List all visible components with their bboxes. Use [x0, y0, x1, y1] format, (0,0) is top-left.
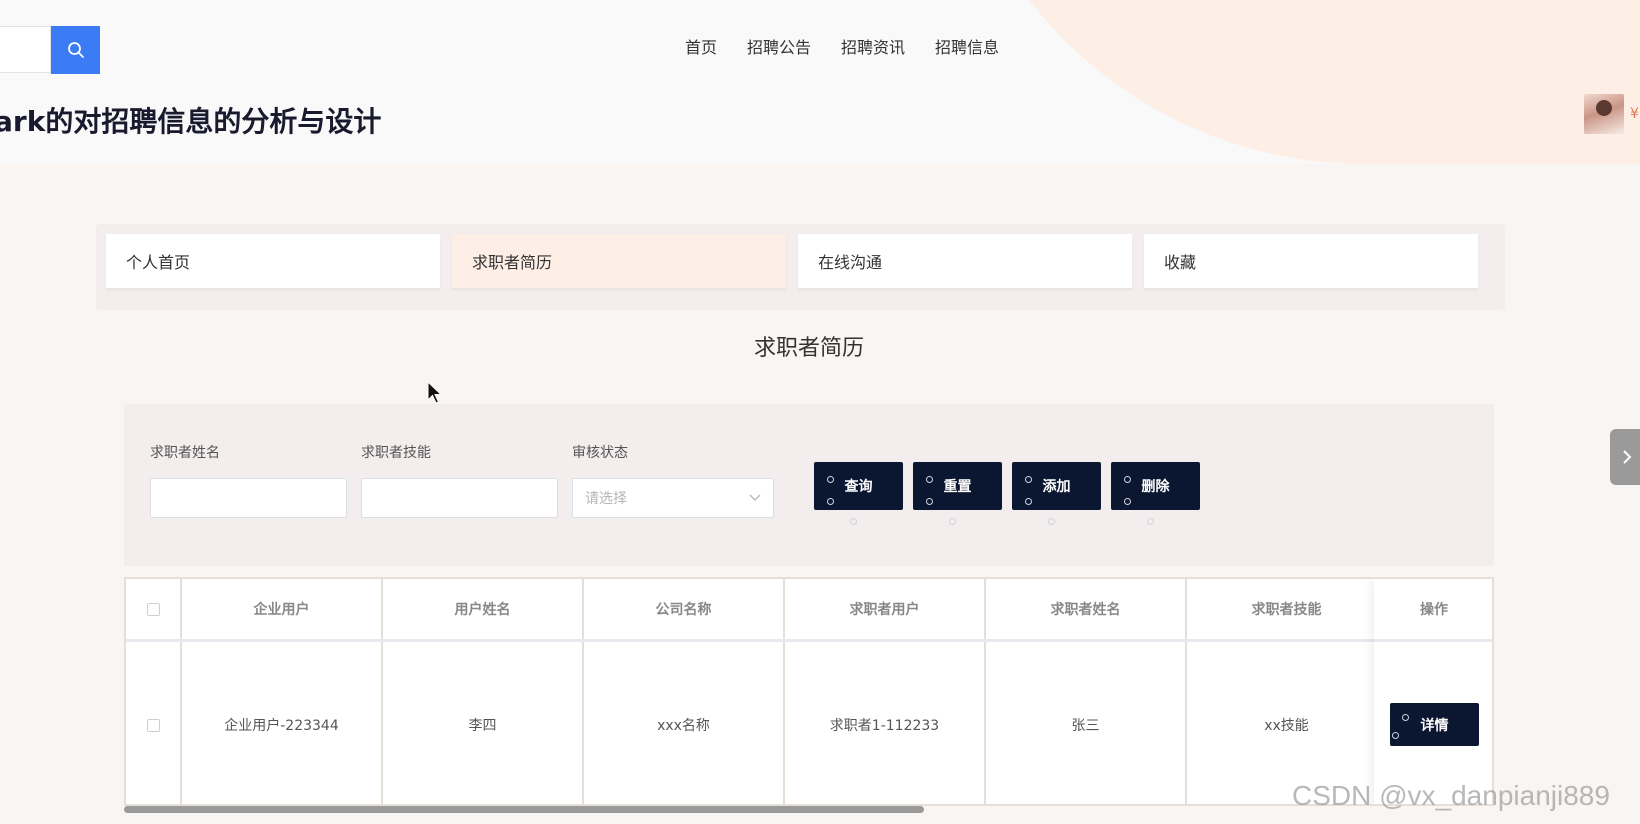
ripple-dot — [827, 476, 834, 483]
col-header: 求职者技能 — [1187, 579, 1388, 639]
name-filter-input[interactable] — [150, 478, 347, 518]
select-all-checkbox[interactable] — [146, 602, 160, 616]
row-checkbox[interactable] — [146, 718, 160, 732]
add-label: 添加 — [1042, 479, 1071, 495]
resume-table: 企业用户 用户姓名 公司名称 求职者用户 求职者姓名 求职者技能 企业用户-22… — [124, 577, 1494, 806]
table-cell: 李四 — [383, 642, 584, 804]
search-input[interactable] — [0, 26, 51, 73]
tab-online-chat[interactable]: 在线沟通 — [798, 234, 1132, 288]
nav-announcements[interactable]: 招聘公告 — [732, 30, 826, 62]
avatar-name[interactable]: ¥ — [1630, 106, 1640, 122]
filter-panel: 求职者姓名 求职者技能 审核状态 请选择 查询 重置 添加 删除 — [124, 404, 1494, 566]
col-header: 求职者用户 — [785, 579, 986, 639]
site-header: 首页 招聘公告 招聘资讯 招聘信息 ark的对招聘信息的分析与设计 ¥ — [0, 0, 1640, 164]
ripple-dot — [1147, 518, 1154, 525]
select-all-cell — [126, 579, 182, 639]
col-header: 企业用户 — [182, 579, 383, 639]
table-cell: 求职者1-112233 — [785, 642, 986, 804]
ripple-dot — [1124, 498, 1131, 505]
op-header: 操作 — [1374, 579, 1492, 642]
page-title: 求职者简历 — [753, 336, 864, 361]
table-cell: 张三 — [986, 642, 1187, 804]
operation-column: 操作 详情 — [1374, 579, 1492, 804]
skill-filter-input[interactable] — [361, 478, 558, 518]
search-icon — [67, 42, 84, 58]
ripple-dot — [926, 476, 933, 483]
col-header: 用户姓名 — [383, 579, 584, 639]
ripple-dot — [1124, 476, 1131, 483]
mouse-cursor-icon — [427, 380, 443, 404]
ripple-dot — [1402, 714, 1409, 721]
delete-label: 删除 — [1141, 479, 1170, 495]
name-filter-label: 求职者姓名 — [150, 445, 220, 461]
side-panel-toggle[interactable] — [1610, 429, 1640, 485]
watermark: CSDN @vx_danpianji889 — [1292, 780, 1610, 811]
search-button[interactable] — [51, 26, 100, 74]
chevron-down-icon — [749, 494, 761, 501]
nav-job-info[interactable]: 招聘信息 — [920, 30, 1014, 62]
query-label: 查询 — [844, 479, 873, 495]
skill-filter-label: 求职者技能 — [361, 445, 431, 461]
table-header-row: 企业用户 用户姓名 公司名称 求职者用户 求职者姓名 求职者技能 — [126, 579, 1388, 642]
row-select-cell — [126, 642, 182, 804]
nav-news[interactable]: 招聘资讯 — [826, 30, 920, 62]
scrollbar-thumb[interactable] — [124, 806, 924, 813]
ripple-dot — [1025, 498, 1032, 505]
ripple-dot — [1025, 476, 1032, 483]
ripple-dot — [827, 498, 834, 505]
reset-label: 重置 — [943, 479, 972, 495]
chevron-right-icon — [1623, 450, 1632, 464]
tab-label: 收藏 — [1164, 253, 1197, 272]
avatar[interactable] — [1584, 94, 1624, 134]
user-tabs: 个人首页 求职者简历 在线沟通 收藏 — [96, 224, 1505, 310]
tab-favorites[interactable]: 收藏 — [1144, 234, 1478, 288]
table-cell: 企业用户-223344 — [182, 642, 383, 804]
detail-label: 详情 — [1420, 717, 1449, 734]
status-placeholder: 请选择 — [585, 491, 627, 507]
table-row[interactable]: 企业用户-223344 李四 xxx名称 求职者1-112233 张三 xx技能 — [126, 642, 1388, 804]
tab-label: 在线沟通 — [818, 253, 883, 272]
site-title: ark的对招聘信息的分析与设计 — [0, 105, 382, 138]
top-nav: 首页 招聘公告 招聘资讯 招聘信息 — [670, 30, 1014, 62]
table-scrollbar[interactable] — [124, 806, 1494, 814]
tab-label: 个人首页 — [126, 253, 191, 272]
ripple-dot — [1048, 518, 1055, 525]
ripple-dot — [1392, 732, 1399, 739]
col-header: 求职者姓名 — [986, 579, 1187, 639]
detail-button[interactable]: 详情 — [1390, 703, 1479, 746]
status-filter-label: 审核状态 — [572, 445, 628, 461]
ripple-dot — [949, 518, 956, 525]
status-filter-select[interactable]: 请选择 — [572, 478, 774, 518]
table-cell: xxx名称 — [584, 642, 785, 804]
col-header: 公司名称 — [584, 579, 785, 639]
tab-resume[interactable]: 求职者简历 — [452, 234, 786, 288]
ripple-dot — [850, 518, 857, 525]
nav-home[interactable]: 首页 — [670, 30, 732, 62]
header-decoration — [940, 0, 1640, 164]
ripple-dot — [926, 498, 933, 505]
tab-personal-home[interactable]: 个人首页 — [106, 234, 440, 288]
tab-label: 求职者简历 — [472, 253, 553, 272]
